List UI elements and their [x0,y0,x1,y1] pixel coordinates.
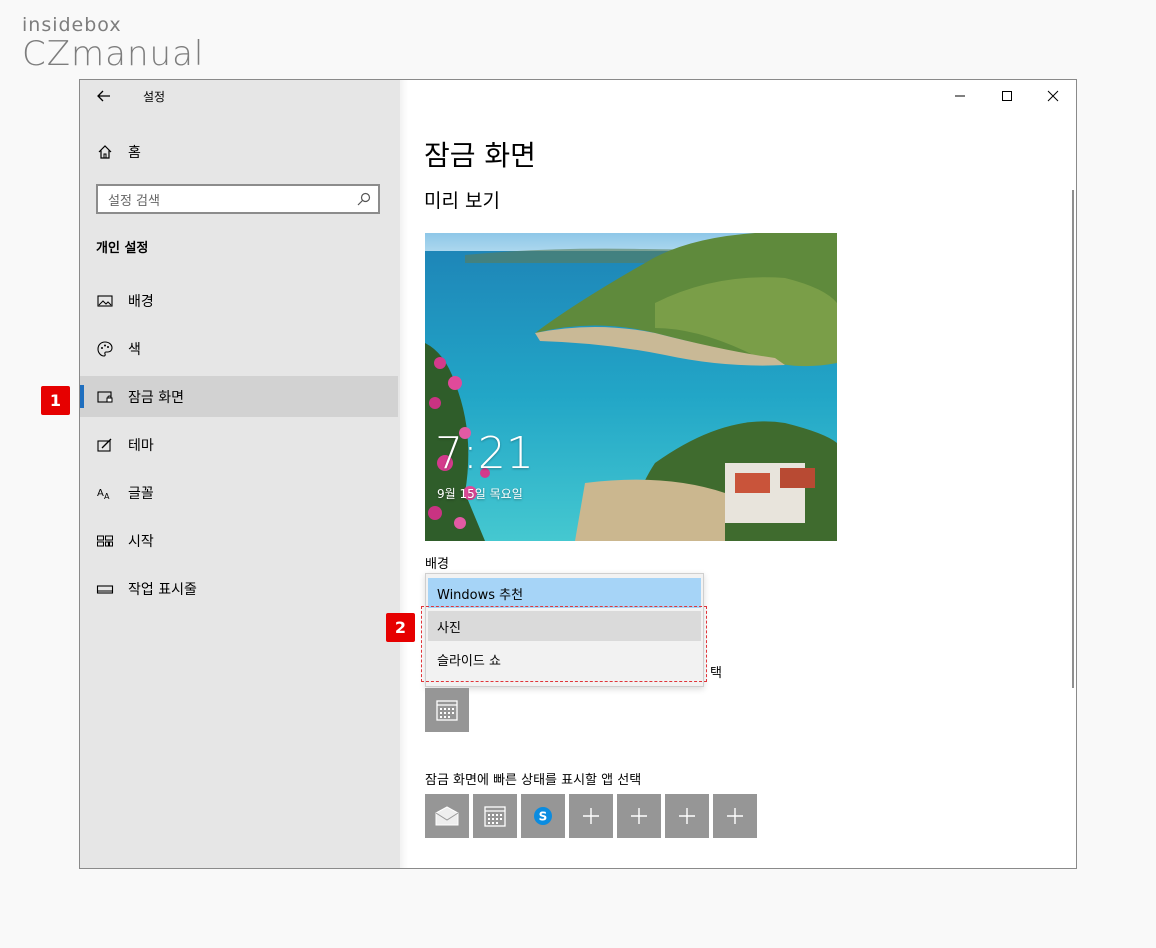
lock-screen-icon [97,390,113,403]
back-arrow-icon[interactable] [94,86,114,106]
sidebar-item-label: 글꼴 [128,485,154,502]
calendar-icon [436,700,458,721]
preview-date: 9월 15일 목요일 [437,487,523,501]
home-label: 홈 [128,145,141,161]
page-title: 잠금 화면 [424,139,536,172]
close-icon[interactable] [1045,88,1061,104]
sidebar-item-lock-screen[interactable]: 잠금 화면 [80,376,398,417]
annotation-badge-1: 1 [41,386,70,415]
sidebar-item-start[interactable]: 시작 [80,520,398,561]
sidebar-item-taskbar[interactable]: 작업 표시줄 [80,568,398,609]
sidebar-item-label: 배경 [128,293,154,310]
start-icon [97,535,113,546]
sidebar-item-font[interactable]: A A 글꼴 [80,472,398,513]
svg-text:S: S [539,810,548,824]
plus-icon [583,808,599,824]
annotation-highlight-box [421,606,707,682]
sidebar-item-label: 시작 [128,533,154,550]
partial-label-text: 택 [710,666,722,681]
settings-window: 설정 홈 설정 검색 개인 설정 배경 색 잠금 화면 테마 A A 글꼴 시작… [79,79,1077,869]
window-title: 설정 [143,90,166,104]
font-icon: A A [97,488,110,501]
quick-status-add-slot[interactable] [569,794,613,838]
skype-icon: S [534,807,552,825]
theme-icon [97,438,112,452]
quick-status-add-slot[interactable] [665,794,709,838]
calendar-icon [484,806,506,827]
logo: insidebox CZmanual [22,14,204,72]
quick-status-label: 잠금 화면에 빠른 상태를 표시할 앱 선택 [425,773,642,788]
sidebar-shadow [400,80,408,868]
sidebar-item-label: 색 [128,341,141,358]
sidebar: 설정 홈 설정 검색 개인 설정 배경 색 잠금 화면 테마 A A 글꼴 시작… [80,80,400,868]
search-placeholder: 설정 검색 [108,193,160,209]
preview-title: 미리 보기 [424,190,500,212]
search-icon[interactable] [356,191,372,207]
search-input[interactable]: 설정 검색 [96,184,380,214]
sidebar-item-label: 잠금 화면 [128,389,184,406]
palette-icon [97,340,113,357]
sidebar-item-color[interactable]: 색 [80,328,398,369]
sidebar-item-label: 테마 [128,437,154,454]
maximize-icon[interactable] [999,88,1015,104]
preview-clock: 7:21 [435,428,534,479]
section-title: 개인 설정 [96,241,149,256]
annotation-badge-2: 2 [386,613,415,642]
svg-text:A: A [97,488,104,499]
background-label: 배경 [425,557,449,572]
logo-line1: insidebox [22,14,122,36]
dropdown-option-windows-spotlight[interactable]: Windows 추천 [428,578,701,608]
sidebar-item-label: 작업 표시줄 [128,581,197,598]
mail-icon [435,806,459,826]
lock-screen-preview: 7:21 9월 15일 목요일 [425,233,837,541]
svg-text:A: A [104,492,110,501]
quick-status-add-slot[interactable] [713,794,757,838]
minimize-icon[interactable] [952,88,968,104]
image-icon [97,294,113,307]
quick-status-add-slot[interactable] [617,794,661,838]
sidebar-item-theme[interactable]: 테마 [80,424,398,465]
home-icon [98,145,112,159]
quick-status-app-skype[interactable]: S [521,794,565,838]
sidebar-nav: 배경 색 잠금 화면 테마 A A 글꼴 시작 작업 표시줄 [80,280,398,616]
plus-icon [679,808,695,824]
plus-icon [631,808,647,824]
plus-icon [727,808,743,824]
logo-line2: CZmanual [22,34,205,74]
sidebar-item-background[interactable]: 배경 [80,280,398,321]
scrollbar[interactable] [1072,190,1074,688]
home-link[interactable]: 홈 [96,142,141,162]
quick-status-app-mail[interactable] [425,794,469,838]
quick-status-app-calendar[interactable] [473,794,517,838]
taskbar-icon [96,584,114,594]
detailed-status-app-calendar[interactable] [425,688,469,732]
